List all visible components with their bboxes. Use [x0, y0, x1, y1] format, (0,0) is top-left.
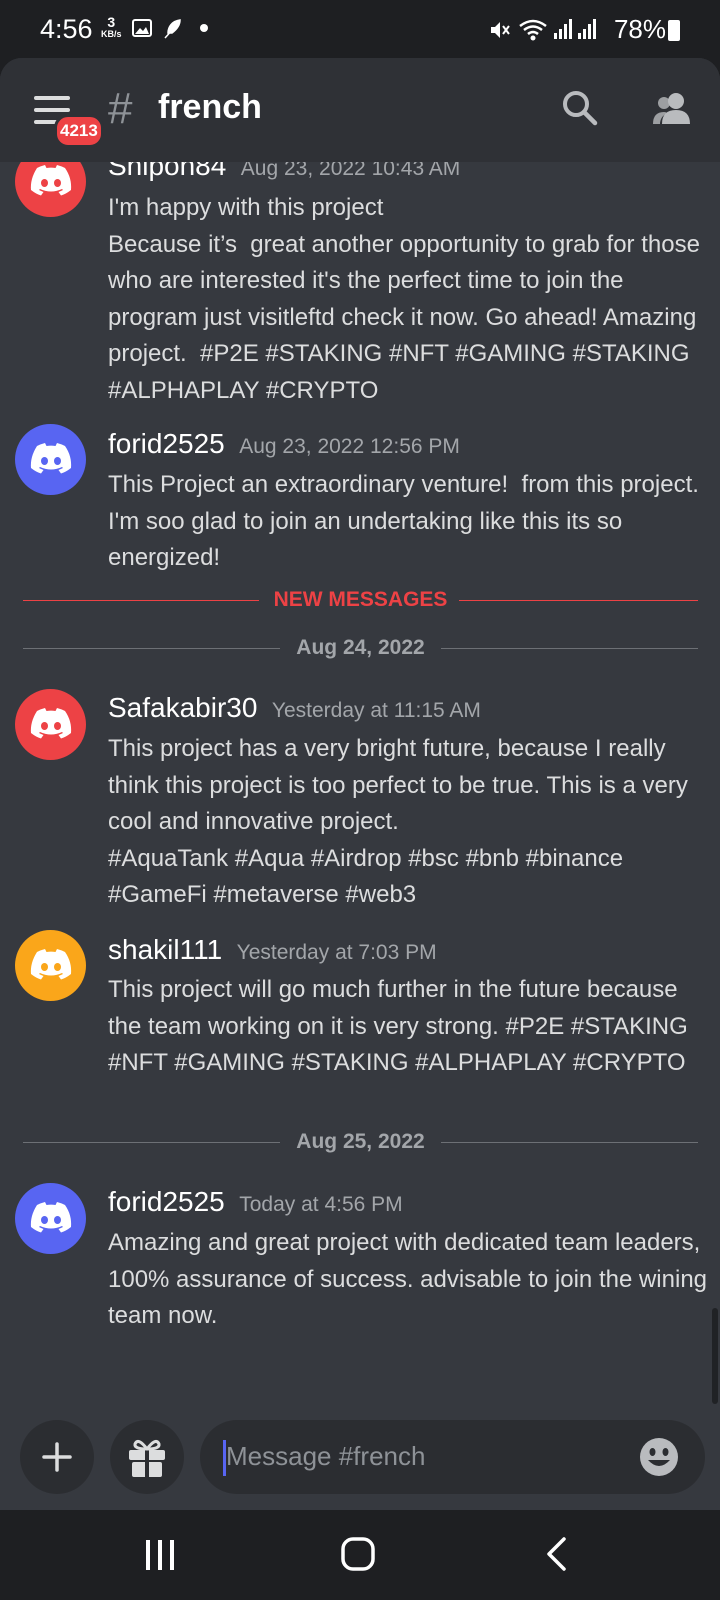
avatar[interactable]	[15, 930, 86, 1001]
gift-icon	[129, 1439, 165, 1477]
network-speed: 3 KB/s	[101, 14, 122, 40]
discord-logo-icon	[30, 443, 72, 474]
gift-button[interactable]	[110, 1420, 184, 1494]
date-divider-label: Aug 25, 2022	[296, 1130, 425, 1153]
message-text: This Project an extraordinary venture! f…	[108, 471, 706, 572]
message-text: This project will go much further in the…	[108, 976, 695, 1077]
message-input[interactable]: Message #french	[200, 1420, 705, 1494]
dot-icon	[200, 24, 208, 32]
message-input-placeholder: Message #french	[226, 1441, 426, 1471]
discord-logo-icon	[30, 949, 72, 980]
message-timestamp: Aug 23, 2022 12:56 PM	[239, 435, 460, 458]
date-divider: Aug 25, 2022	[23, 1130, 698, 1154]
new-messages-label: NEW MESSAGES	[273, 588, 448, 611]
members-icon[interactable]	[652, 90, 692, 126]
avatar[interactable]	[15, 424, 86, 495]
network-speed-value: 3	[107, 14, 116, 30]
date-divider-label: Aug 24, 2022	[296, 636, 425, 659]
message-timestamp: Yesterday at 11:15 AM	[271, 699, 481, 722]
gallery-icon	[132, 19, 152, 37]
add-attachment-button[interactable]	[20, 1420, 94, 1494]
author-name[interactable]: forid2525	[108, 428, 225, 459]
recent-apps-icon[interactable]	[144, 1538, 176, 1572]
channel-header: 4213 # french	[0, 58, 720, 162]
message-text: This project has a very bright future, b…	[108, 735, 688, 909]
author-name[interactable]: shakil111	[108, 934, 222, 965]
app-window: 4213 # french Shipon84 Aug 23, 2022 10:4…	[0, 58, 720, 1510]
signal-1-icon	[554, 19, 572, 39]
feather-icon	[164, 19, 181, 39]
avatar[interactable]	[15, 689, 86, 760]
system-nav-bar	[0, 1510, 720, 1600]
wifi-icon	[519, 19, 547, 41]
network-speed-unit: KB/s	[101, 29, 122, 39]
new-messages-divider: NEW MESSAGES	[23, 588, 698, 612]
signal-2-icon	[578, 19, 596, 39]
author-name[interactable]: Safakabir30	[108, 692, 257, 723]
date-divider: Aug 24, 2022	[23, 636, 698, 660]
notification-badge: 4213	[54, 114, 104, 148]
discord-logo-icon	[30, 1202, 72, 1233]
avatar[interactable]	[15, 1183, 86, 1254]
message-composer: Message #french	[0, 1408, 720, 1510]
battery-icon	[668, 20, 680, 41]
status-time: 4:56	[40, 14, 93, 44]
back-icon[interactable]	[544, 1536, 568, 1572]
message-text: I'm happy with this project Because it’s…	[108, 194, 700, 404]
scrollbar[interactable]	[712, 1308, 718, 1404]
discord-logo-icon	[30, 165, 72, 196]
plus-icon	[42, 1442, 72, 1472]
emoji-icon[interactable]	[638, 1436, 680, 1478]
message-timestamp: Yesterday at 7:03 PM	[236, 941, 437, 964]
status-bar: 4:56 3 KB/s 78%	[0, 0, 720, 58]
mute-icon	[491, 22, 510, 38]
message-text: Amazing and great project with dedicated…	[108, 1229, 714, 1330]
channel-title[interactable]: french	[158, 88, 262, 127]
author-name[interactable]: forid2525	[108, 1186, 225, 1217]
home-icon[interactable]	[340, 1536, 376, 1572]
message-timestamp: Today at 4:56 PM	[239, 1193, 403, 1216]
discord-logo-icon	[30, 708, 72, 739]
search-icon[interactable]	[562, 90, 598, 126]
channel-hash-icon: #	[108, 84, 133, 133]
battery-percent: 78%	[613, 14, 666, 44]
